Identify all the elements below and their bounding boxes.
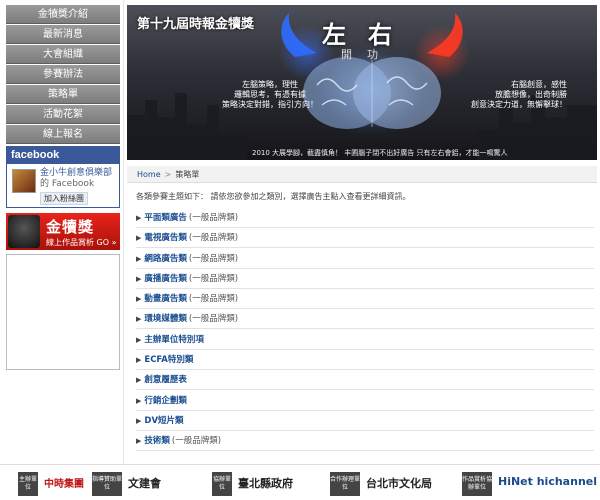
nav-item-rules[interactable]: 參賽辦法 bbox=[6, 65, 120, 84]
facebook-widget: facebook 金小牛創意俱樂部 的 Facebook 加入粉絲團 bbox=[6, 146, 120, 208]
category-ecfa-special[interactable]: ▶ ECFA特別類 bbox=[136, 352, 594, 371]
category-ambient-media[interactable]: ▶ 環境媒體類 (一般品牌類) bbox=[136, 311, 594, 330]
category-note: (一般品牌類) bbox=[188, 294, 239, 305]
banner-title: 第十九屆時報金犢獎 bbox=[137, 17, 255, 32]
category-radio-ad[interactable]: ▶ 廣播廣告類 (一般品牌類) bbox=[136, 271, 594, 289]
category-note: (一般品牌類) bbox=[171, 436, 222, 447]
category-web-ad[interactable]: ▶ 網路廣告類 (一般品牌類) bbox=[136, 251, 594, 269]
triangle-right-icon: ▶ bbox=[136, 274, 142, 283]
side-empty-panel bbox=[6, 254, 120, 370]
footer-label-co-organizer: 協辦單位 bbox=[212, 472, 232, 496]
banner-right-line: 創意決定力道，無懈擊球！ bbox=[471, 100, 567, 109]
nav-item-news[interactable]: 最新消息 bbox=[6, 25, 120, 44]
category-marketing-plan[interactable]: ▶ 行銷企劃類 bbox=[136, 393, 594, 411]
triangle-right-icon: ▶ bbox=[136, 335, 142, 344]
award-gallery-banner[interactable]: 金犢獎 線上作品賞析 GO » bbox=[6, 213, 120, 250]
banner-right-line: 右腦創意，感性 bbox=[511, 80, 567, 89]
facebook-page-avatar[interactable] bbox=[12, 169, 36, 193]
banner-left-line: 左腦策略，理性 bbox=[242, 80, 298, 89]
facebook-page-link[interactable]: 金小牛創意俱樂部 的 Facebook bbox=[40, 168, 112, 190]
category-name[interactable]: 主辦單位特別項 bbox=[144, 335, 204, 345]
award-mascot-image bbox=[8, 215, 40, 248]
footer-label-gallery-partner: 作品賞析協辦單位 bbox=[462, 472, 492, 496]
category-note: (一般品牌類) bbox=[188, 233, 239, 244]
triangle-right-icon: ▶ bbox=[136, 356, 142, 365]
category-technical[interactable]: ▶ 技術類 (一般品牌類) bbox=[136, 433, 594, 452]
category-creative-resume[interactable]: ▶ 創意履歷表 bbox=[136, 372, 594, 391]
category-list: ▶ 平面類廣告 (一般品牌類) ▶ 電視廣告類 (一般品牌類) ▶ 網路廣告類 (一般品牌類… bbox=[136, 210, 594, 454]
award-gallery-link[interactable]: 線上作品賞析 GO » bbox=[46, 237, 116, 248]
triangle-right-icon: ▶ bbox=[136, 416, 142, 425]
category-name[interactable]: 動畫廣告類 bbox=[144, 294, 187, 304]
facebook-title[interactable]: facebook bbox=[7, 147, 119, 164]
triangle-right-icon: ▶ bbox=[136, 437, 142, 446]
triangle-right-icon: ▶ bbox=[136, 396, 142, 405]
nav-item-highlights[interactable]: 活動花絮 bbox=[6, 105, 120, 124]
triangle-right-icon: ▶ bbox=[136, 254, 142, 263]
banner-right-line: 放膽想像，出奇制勝 bbox=[495, 90, 567, 99]
nav-item-strategy[interactable]: 策略單 bbox=[6, 85, 120, 104]
facebook-like-button[interactable]: 加入粉絲團 bbox=[40, 192, 88, 205]
category-tv-ad[interactable]: ▶ 電視廣告類 (一般品牌類) bbox=[136, 230, 594, 249]
category-note: (一般品牌類) bbox=[188, 213, 239, 223]
category-note: (一般品牌類) bbox=[188, 253, 239, 264]
category-organizer-special[interactable]: ▶ 主辦單位特別項 bbox=[136, 332, 594, 350]
footer-logo-cca[interactable]: 文建會 bbox=[128, 475, 161, 491]
category-note: (一般品牌類) bbox=[188, 273, 239, 284]
facebook-page-name[interactable]: 金小牛創意俱樂部 bbox=[40, 168, 112, 178]
facebook-platform-label: 的 Facebook bbox=[40, 179, 95, 189]
banner-left-line: 邏輯思考，有憑有據 bbox=[234, 90, 306, 99]
footer-logo-taipei-county[interactable]: 臺北縣政府 bbox=[238, 475, 293, 491]
hero-banner: 第十九屆時報金犢獎 左右 開功 左腦策略，理性 邏輯思考，有憑有據 策略決定對錯… bbox=[127, 5, 597, 160]
banner-caption: 2010 大展學腳，截盡慎角！ 丰圃腦子閉不出好廣告 只有左右會鋁，才能一鳴驚人 bbox=[252, 149, 508, 157]
triangle-right-icon: ▶ bbox=[136, 376, 142, 385]
category-name[interactable]: 平面類廣告 bbox=[144, 213, 187, 223]
nav-item-intro[interactable]: 金犢獎介紹 bbox=[6, 5, 120, 24]
footer-label-cooperation: 合作辦理單位 bbox=[330, 472, 360, 496]
banner-left-text: 左腦策略，理性 邏輯思考，有憑有據 策略決定對錯，指引方向！ bbox=[215, 80, 325, 110]
triangle-right-icon: ▶ bbox=[136, 214, 142, 222]
category-name[interactable]: 技術類 bbox=[144, 436, 170, 446]
category-name[interactable]: 網路廣告類 bbox=[144, 254, 187, 264]
category-name[interactable]: 廣播廣告類 bbox=[144, 274, 187, 284]
footer-logo-hinet[interactable]: HiNet hichannel bbox=[498, 475, 597, 488]
banner-big-title: 左右 bbox=[322, 21, 414, 49]
category-name[interactable]: 環境媒體類 bbox=[144, 314, 187, 324]
category-name[interactable]: 創意履歷表 bbox=[144, 375, 187, 385]
breadcrumb-home-link[interactable]: Home bbox=[137, 170, 161, 179]
breadcrumb: Home > 策略單 bbox=[127, 166, 597, 183]
column-divider bbox=[123, 0, 124, 464]
sponsor-footer: 主辦單位 中時集團 指導贊助單位 文建會 協辦單位 臺北縣政府 合作辦理單位 台… bbox=[0, 468, 600, 500]
intro-text: 各類參賽主題如下： 請依您欲參加之類別，選擇廣告主點入查看更詳細資訊。 bbox=[136, 192, 411, 201]
triangle-right-icon: ▶ bbox=[136, 315, 142, 324]
footer-logo-taipei-culture[interactable]: 台北市文化局 bbox=[366, 475, 432, 491]
banner-small-title: 開功 bbox=[341, 48, 393, 61]
category-note: (一般品牌類) bbox=[188, 314, 239, 325]
category-dv-short-film[interactable]: ▶ DV短片類 bbox=[136, 413, 594, 431]
footer-logo-chinatimes[interactable]: 中時集團 bbox=[44, 475, 84, 490]
category-print-ad[interactable]: ▶ 平面類廣告 (一般品牌類) bbox=[136, 210, 594, 228]
category-animation-ad[interactable]: ▶ 動畫廣告類 (一般品牌類) bbox=[136, 291, 594, 310]
category-name[interactable]: DV短片類 bbox=[144, 416, 183, 426]
triangle-right-icon: ▶ bbox=[136, 234, 142, 243]
footer-label-organizer: 主辦單位 bbox=[18, 472, 38, 496]
award-title: 金犢獎 bbox=[46, 218, 95, 236]
banner-left-line: 策略決定對錯，指引方向！ bbox=[222, 100, 318, 109]
nav-item-register[interactable]: 線上報名 bbox=[6, 125, 120, 144]
nav-item-organization[interactable]: 大會組織 bbox=[6, 45, 120, 64]
banner-right-text: 右腦創意，感性 放膽想像，出奇制勝 創意決定力道，無懈擊球！ bbox=[432, 80, 567, 110]
breadcrumb-current: 策略單 bbox=[175, 170, 200, 179]
category-name[interactable]: 電視廣告類 bbox=[144, 233, 187, 243]
triangle-right-icon: ▶ bbox=[136, 295, 142, 304]
footer-label-guidance: 指導贊助單位 bbox=[92, 472, 122, 496]
left-navigation: 金犢獎介紹 最新消息 大會組織 參賽辦法 策略單 活動花絮 線上報名 bbox=[6, 5, 120, 145]
category-name[interactable]: ECFA特別類 bbox=[144, 355, 193, 365]
footer-divider bbox=[0, 464, 600, 465]
category-name[interactable]: 行銷企劃類 bbox=[144, 396, 187, 406]
breadcrumb-separator: > bbox=[164, 170, 172, 179]
